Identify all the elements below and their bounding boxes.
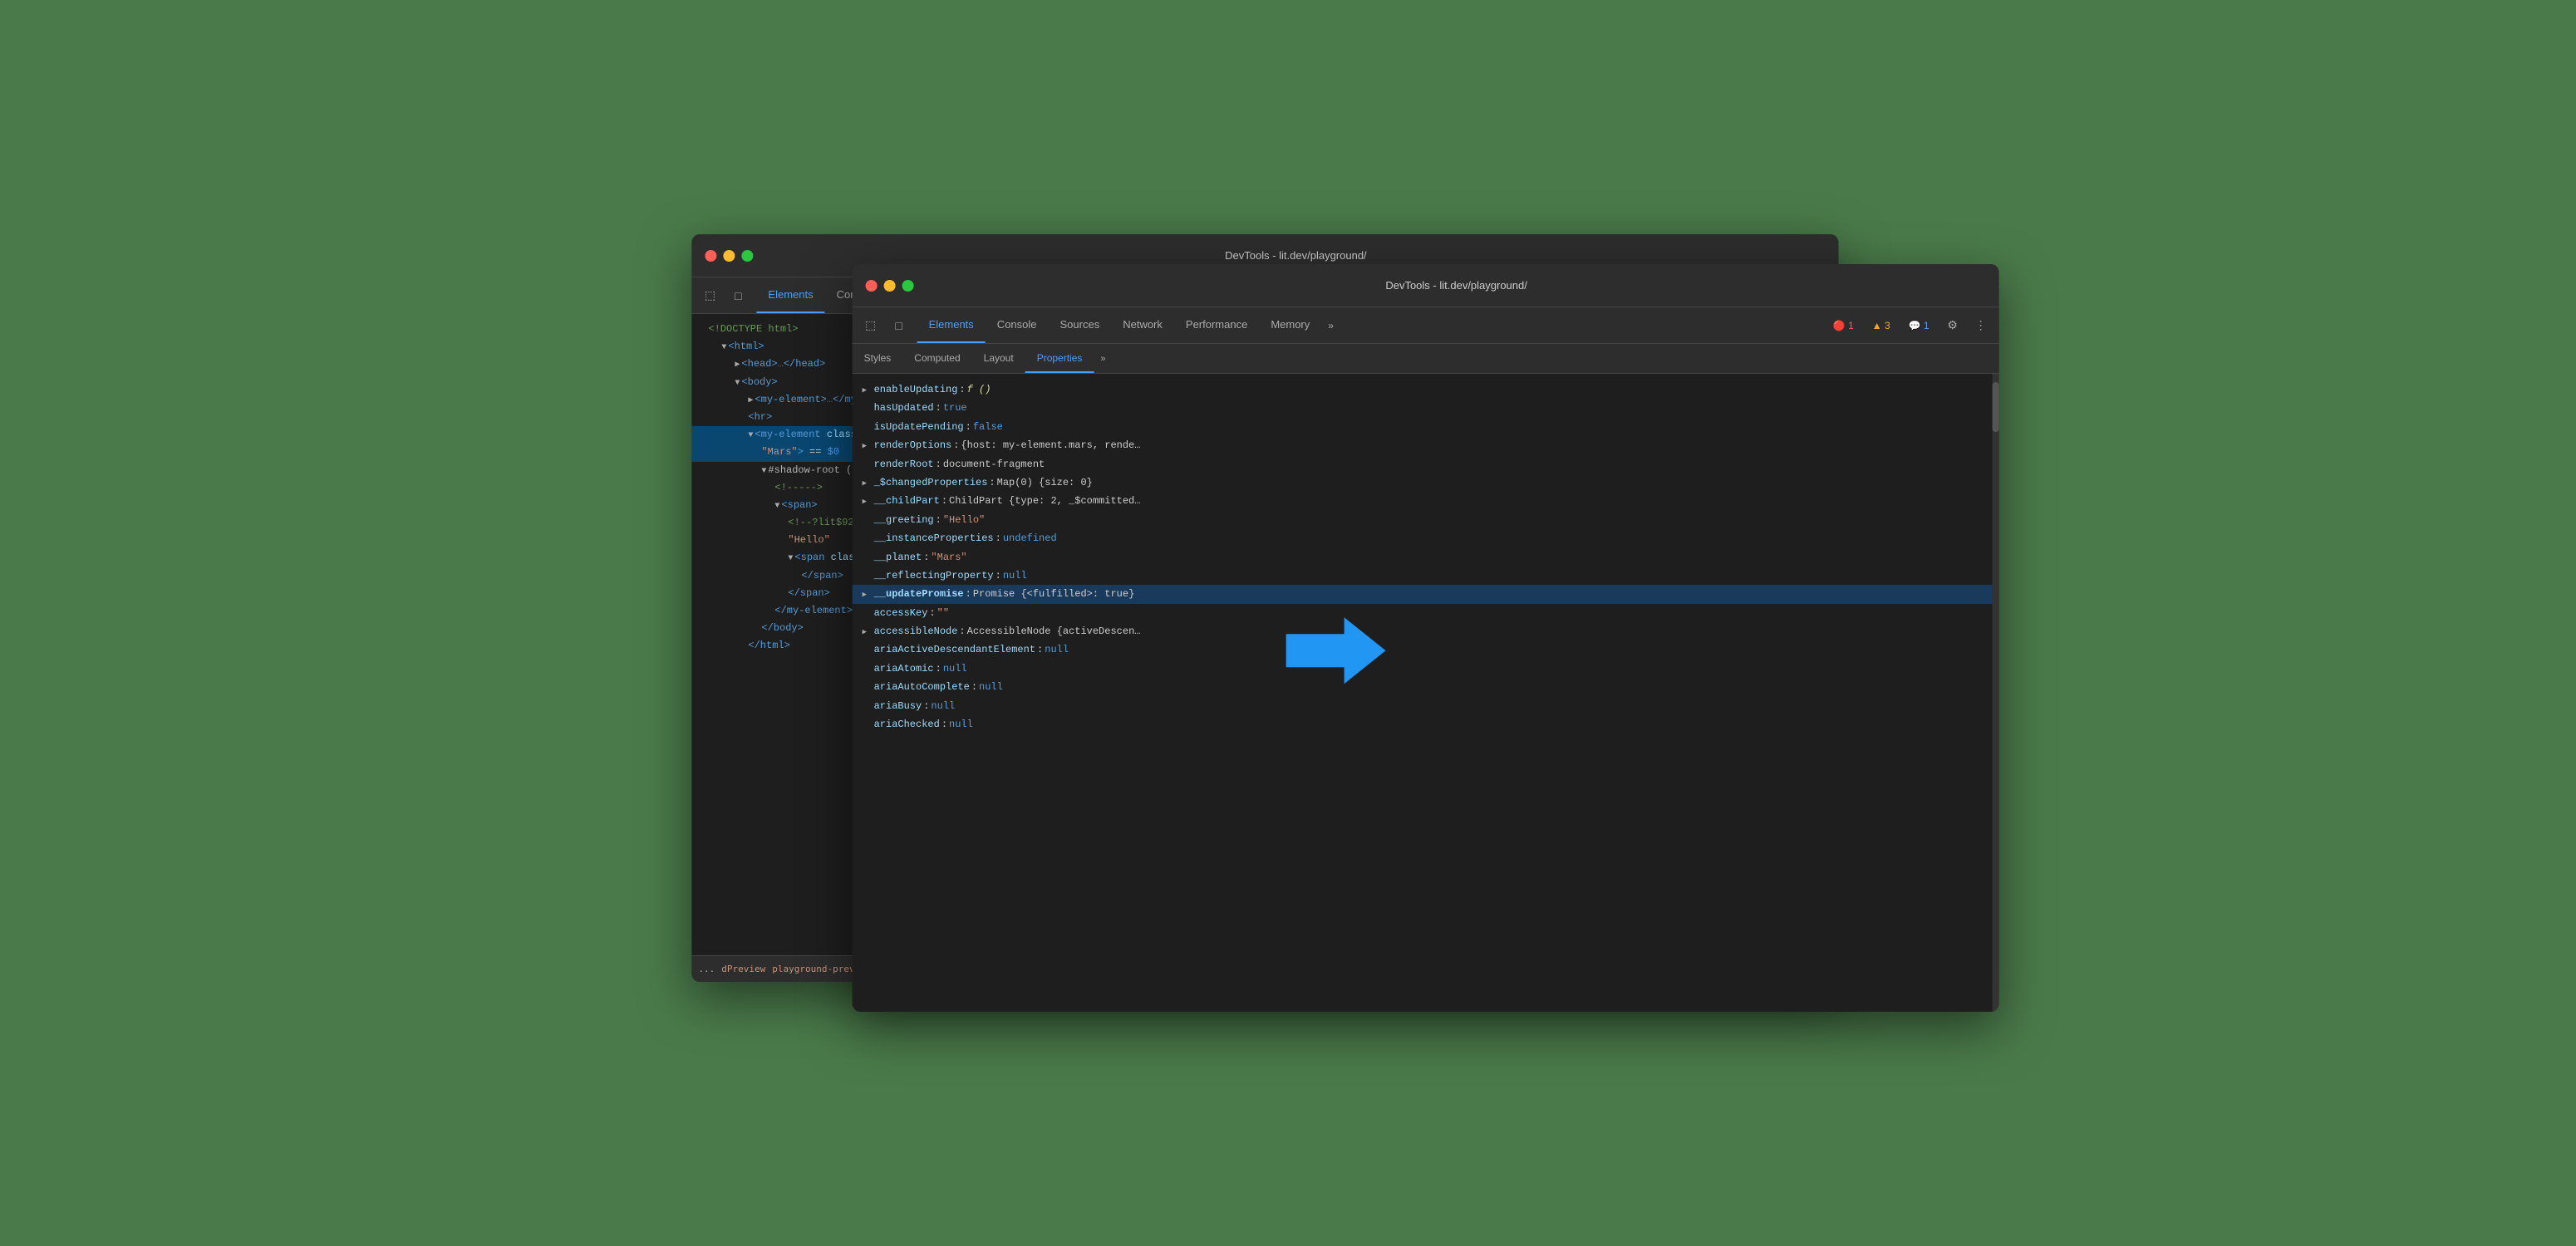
cursor-icon-front[interactable]: ⬚ — [859, 314, 882, 337]
prop-renderOptions-f: ▶ renderOptions : {host: my-element.mars… — [853, 436, 1993, 454]
info-badge-front: 💬 1 — [1902, 317, 1936, 334]
prop-changedProperties-f: ▶ _$changedProperties : Map(0) {size: 0} — [853, 473, 1993, 492]
prop-ariaActiveDescendantElement-f: ariaActiveDescendantElement : null — [853, 640, 1993, 659]
tab-elements-back[interactable]: Elements — [756, 277, 824, 313]
tab-actions-front: 🔴 1 ▲ 3 💬 1 ⚙ ⋮ — [1826, 307, 1993, 343]
device-icon-front[interactable]: □ — [887, 314, 911, 337]
error-badge-front: 🔴 1 — [1826, 317, 1861, 334]
tab-layout-front[interactable]: Layout — [972, 344, 1025, 373]
window-title-front: DevTools - lit.dev/playground/ — [927, 279, 1986, 292]
devtools-window-front: DevTools - lit.dev/playground/ ⬚ □ Eleme… — [853, 264, 1999, 1012]
prop-hasUpdated-f: hasUpdated : true — [853, 399, 1993, 417]
tab-computed-front[interactable]: Computed — [902, 344, 971, 373]
prop-instanceProperties-f: __instanceProperties : undefined — [853, 529, 1993, 547]
tab-more-front[interactable]: » — [1321, 307, 1340, 343]
prop-isUpdatePending-f: isUpdatePending : false — [853, 418, 1993, 436]
warning-badge-front: ▲ 3 — [1866, 317, 1897, 334]
settings-icon-front[interactable]: ⚙ — [1941, 314, 1964, 337]
tab-performance-front[interactable]: Performance — [1174, 307, 1259, 343]
prop-reflectingProperty-f: __reflectingProperty : null — [853, 567, 1993, 585]
breadcrumb-dots: ... — [698, 964, 715, 974]
prop-updatePromise-f: ▶ __updatePromise : Promise {<fulfilled>… — [853, 585, 1993, 603]
minimize-button[interactable] — [723, 250, 735, 262]
maximize-button[interactable] — [741, 250, 753, 262]
prop-ariaAutoComplete-f: ariaAutoComplete : null — [853, 678, 1993, 696]
panel-more-front[interactable]: » — [1094, 344, 1112, 373]
prop-renderRoot-f: renderRoot : document-fragment — [853, 455, 1993, 473]
main-content-front: Styles Computed Layout Properties » ▶ en… — [853, 344, 1999, 1012]
tab-sources-front[interactable]: Sources — [1049, 307, 1112, 343]
cursor-icon[interactable]: ⬚ — [698, 284, 721, 307]
tab-elements-front[interactable]: Elements — [917, 307, 986, 343]
prop-ariaBusy-f: ariaBusy : null — [853, 697, 1993, 715]
prop-enableUpdating-f: ▶ enableUpdating : f () — [853, 380, 1993, 399]
more-options-icon-front[interactable]: ⋮ — [1969, 314, 1993, 337]
device-icon[interactable]: □ — [726, 284, 750, 307]
maximize-button-front[interactable] — [902, 280, 914, 292]
breadcrumb-item[interactable]: dPreview — [721, 964, 765, 974]
tab-bar-front: ⬚ □ Elements Console Sources Network Per… — [853, 307, 1999, 344]
properties-panel-front[interactable]: ▶ enableUpdating : f () hasUpdated : tru… — [853, 374, 1993, 1012]
tab-properties-front[interactable]: Properties — [1025, 344, 1094, 373]
tab-memory-front[interactable]: Memory — [1259, 307, 1321, 343]
traffic-lights-back — [705, 250, 753, 262]
prop-accessKey-f: accessKey : "" — [853, 604, 1993, 622]
scrollbar-front[interactable] — [1993, 374, 1999, 1012]
prop-accessibleNode-f: ▶ accessibleNode : AccessibleNode {activ… — [853, 622, 1993, 640]
tab-network-front[interactable]: Network — [1111, 307, 1174, 343]
title-bar-front: DevTools - lit.dev/playground/ — [853, 264, 1999, 307]
tab-styles-front[interactable]: Styles — [853, 344, 903, 373]
window-title-back: DevTools - lit.dev/playground/ — [766, 249, 1825, 262]
tab-console-front[interactable]: Console — [986, 307, 1049, 343]
prop-ariaAtomic-f: ariaAtomic : null — [853, 660, 1993, 678]
traffic-lights-front — [866, 280, 914, 292]
panel-tabs-front: Styles Computed Layout Properties » — [853, 344, 1999, 374]
minimize-button-front[interactable] — [884, 280, 896, 292]
right-panel-front: Styles Computed Layout Properties » ▶ en… — [853, 344, 1999, 1012]
properties-container-front: ▶ enableUpdating : f () hasUpdated : tru… — [853, 374, 1999, 1012]
blue-arrow — [1286, 617, 1386, 688]
scroll-thumb-front[interactable] — [1993, 382, 1999, 432]
tab-icons-front: ⬚ □ — [859, 307, 911, 343]
prop-childPart-f: ▶ __childPart : ChildPart {type: 2, _$co… — [853, 492, 1993, 510]
prop-planet-f: __planet : "Mars" — [853, 548, 1993, 567]
close-button[interactable] — [705, 250, 716, 262]
close-button-front[interactable] — [866, 280, 878, 292]
prop-ariaChecked-f: ariaChecked : null — [853, 715, 1993, 733]
tab-icons: ⬚ □ — [698, 277, 750, 313]
prop-greeting-f: __greeting : "Hello" — [853, 511, 1993, 529]
